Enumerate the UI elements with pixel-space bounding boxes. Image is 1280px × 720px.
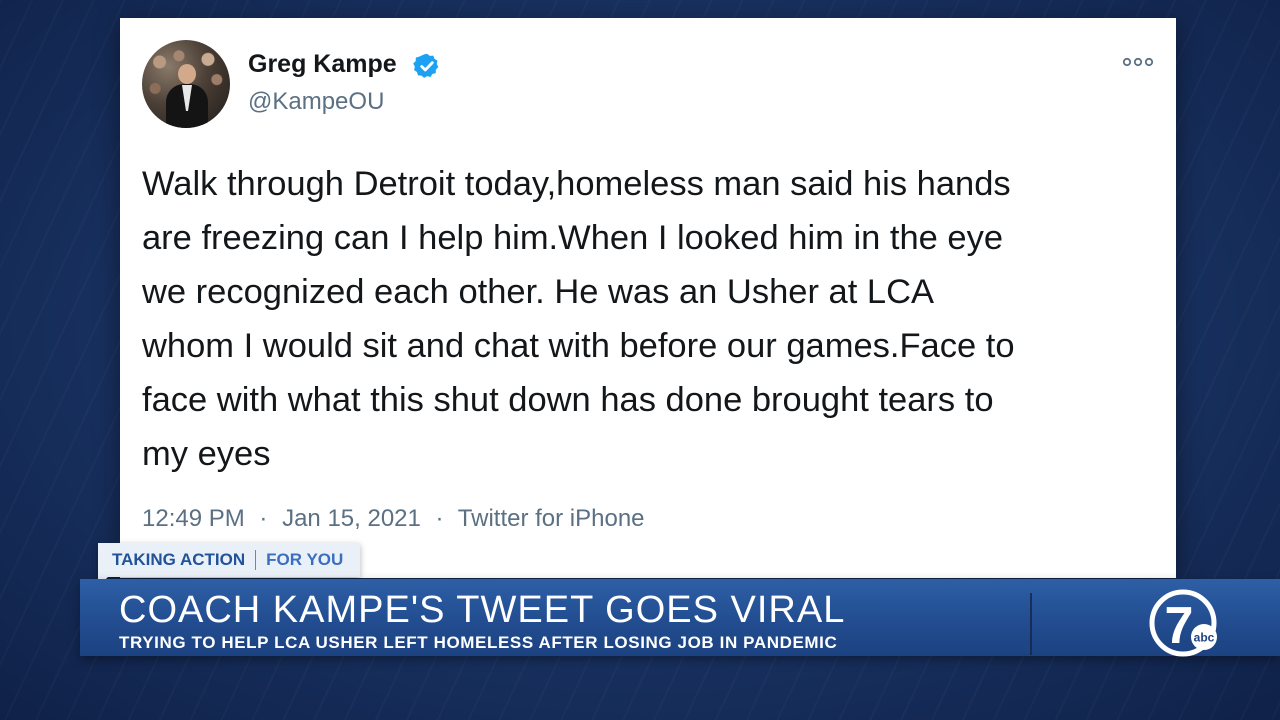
tag-primary-label: TAKING ACTION bbox=[112, 550, 246, 569]
tag-secondary-label: FOR YOU bbox=[266, 550, 344, 569]
tweet-source[interactable]: Twitter for iPhone bbox=[458, 505, 645, 532]
tag-divider bbox=[255, 550, 257, 570]
tweet-text: Walk through Detroit today,homeless man … bbox=[142, 165, 1015, 473]
taking-action-tag: TAKING ACTION FOR YOU bbox=[98, 543, 361, 577]
logo-network: abc bbox=[1194, 631, 1215, 645]
tweet-user-name[interactable]: Greg Kampe bbox=[248, 50, 397, 79]
banner-subhead: TRYING TO HELP LCA USHER LEFT HOMELESS A… bbox=[119, 633, 838, 652]
logo-number: 7 bbox=[1165, 597, 1194, 655]
tweet-date[interactable]: Jan 15, 2021 bbox=[282, 505, 421, 532]
avatar-head bbox=[178, 64, 196, 84]
meta-separator: · bbox=[435, 505, 444, 532]
verified-badge-icon bbox=[413, 53, 439, 78]
lower-third-banner: COACH KAMPE'S TWEET GOES VIRAL TRYING TO… bbox=[80, 579, 1280, 656]
more-options-icon[interactable] bbox=[1122, 56, 1154, 68]
meta-separator: · bbox=[259, 505, 268, 532]
tweet-time[interactable]: 12:49 PM bbox=[142, 505, 245, 532]
tweet-card: Greg Kampe @KampeOU Walk through Detroit… bbox=[120, 18, 1176, 578]
tweet-user-handle[interactable]: @KampeOU bbox=[248, 88, 384, 116]
avatar[interactable] bbox=[142, 40, 230, 128]
banner-headline: COACH KAMPE'S TWEET GOES VIRAL bbox=[119, 589, 846, 631]
wxyz-7-abc-logo: 7 abc bbox=[1149, 589, 1217, 657]
banner-divider bbox=[1030, 593, 1032, 655]
tweet-meta: 12:49 PM · Jan 15, 2021 · Twitter for iP… bbox=[142, 505, 645, 533]
